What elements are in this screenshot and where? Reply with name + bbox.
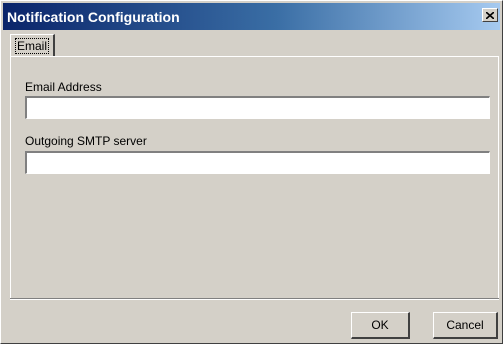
cancel-button[interactable]: Cancel: [433, 312, 498, 339]
smtp-server-input[interactable]: [25, 151, 490, 174]
tab-email[interactable]: Email: [10, 34, 56, 57]
email-address-label: Email Address: [25, 80, 102, 94]
email-address-input[interactable]: [25, 96, 490, 119]
close-button[interactable]: [482, 8, 498, 22]
tab-email-label: Email: [14, 38, 50, 54]
title-bar[interactable]: Notification Configuration: [3, 3, 500, 30]
ok-button[interactable]: OK: [351, 312, 410, 339]
smtp-server-label: Outgoing SMTP server: [25, 134, 147, 148]
window-title: Notification Configuration: [7, 9, 180, 25]
button-separator: [10, 298, 499, 300]
dialog-window: Notification Configuration Email Email A…: [0, 0, 503, 344]
close-icon: [486, 11, 494, 19]
